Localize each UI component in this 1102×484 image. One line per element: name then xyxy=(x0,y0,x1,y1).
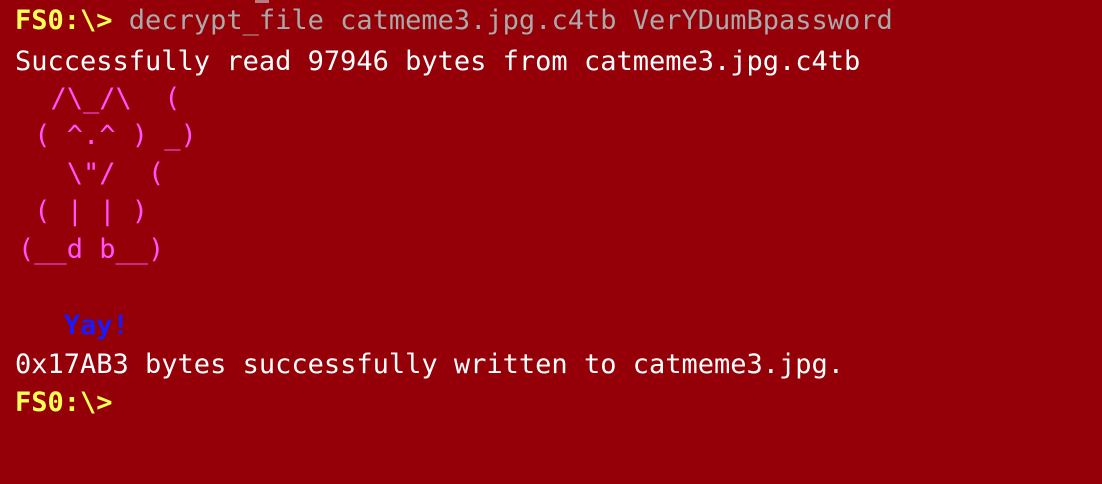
yay-message: Yay! xyxy=(15,310,129,341)
ascii-art-line-2: ( ^.^ ) _) xyxy=(18,120,197,151)
command-line: FS0:\> decrypt_file catmeme3.jpg.c4tb Ve… xyxy=(15,2,893,40)
ascii-art-line-5: (__d b__) xyxy=(18,234,165,265)
final-prompt-line[interactable]: FS0:\> xyxy=(15,384,113,422)
shell-prompt: FS0:\> xyxy=(15,5,113,36)
ascii-art-line-1: /\_/\ ( xyxy=(18,83,181,114)
read-output-line: Successfully read 97946 bytes from catme… xyxy=(15,46,861,77)
write-output-line: 0x17AB3 bytes successfully written to ca… xyxy=(15,349,845,380)
ascii-art-line-3: \"/ ( xyxy=(18,158,165,189)
command-text: decrypt_file catmeme3.jpg.c4tb VerYDumBp… xyxy=(112,5,893,36)
shell-prompt-final: FS0:\> xyxy=(15,387,113,418)
ascii-art-line-4: ( | | ) xyxy=(18,196,149,227)
uefi-shell-terminal[interactable]: FS0:\> decrypt_file catmeme3.jpg.c4tb Ve… xyxy=(0,0,1102,484)
